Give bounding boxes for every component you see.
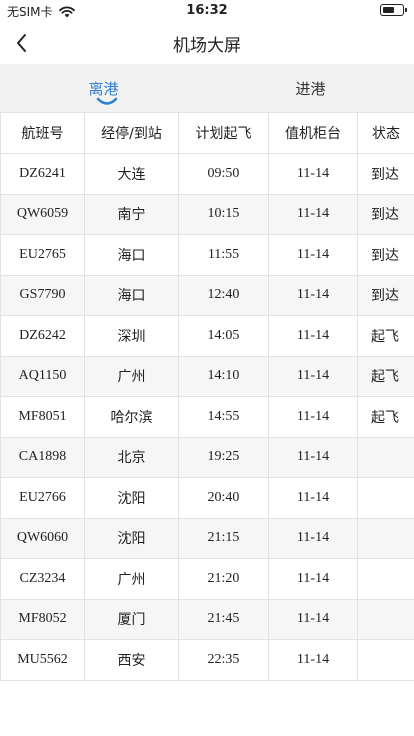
flight-no-cell: GS7790 (0, 274, 85, 316)
scheduled-time-cell: 21:15 (178, 517, 269, 559)
status-cell: 到达 (357, 234, 414, 276)
tab-arrival-label: 进港 (295, 80, 326, 98)
table-row[interactable]: QW6059 南宁 10:15 11-14 到达 (0, 193, 414, 235)
status-cell: 起飞 (357, 396, 414, 438)
flight-no-cell: DZ6242 (0, 315, 85, 357)
scheduled-time-cell: 14:05 (178, 315, 269, 357)
status-cell (357, 436, 414, 478)
header-scheduled-time: 计划起飞 (178, 112, 269, 154)
flight-no-cell: EU2766 (0, 477, 85, 519)
tab-bar: 离港 进港 (0, 64, 414, 112)
tab-departure-label: 离港 (88, 80, 119, 98)
status-cell (357, 598, 414, 640)
scheduled-time-cell: 14:10 (178, 355, 269, 397)
flight-no-cell: MU5562 (0, 639, 85, 681)
destination-cell: 海口 (84, 274, 179, 316)
status-bar: 无SIM卡 16:32 (0, 0, 414, 22)
scheduled-time-cell: 20:40 (178, 477, 269, 519)
flight-no-cell: AQ1150 (0, 355, 85, 397)
tab-active-indicator (96, 97, 118, 105)
nav-bar: 机场大屏 (0, 22, 414, 64)
status-cell: 到达 (357, 274, 414, 316)
page-title: 机场大屏 (173, 36, 241, 56)
flight-no-cell: CZ3234 (0, 558, 85, 600)
status-cell: 到达 (357, 153, 414, 195)
scheduled-time-cell: 12:40 (178, 274, 269, 316)
status-cell: 起飞 (357, 355, 414, 397)
header-checkin-counter: 值机柜台 (268, 112, 358, 154)
checkin-counter-cell: 11-14 (268, 436, 358, 478)
table-row[interactable]: EU2765 海口 11:55 11-14 到达 (0, 234, 414, 276)
header-flight-no: 航班号 (0, 112, 85, 154)
checkin-counter-cell: 11-14 (268, 558, 358, 600)
table-row[interactable]: CA1898 北京 19:25 11-14 (0, 436, 414, 478)
scheduled-time-cell: 14:55 (178, 396, 269, 438)
table-row[interactable]: MF8052 厦门 21:45 11-14 (0, 598, 414, 640)
checkin-counter-cell: 11-14 (268, 598, 358, 640)
table-row[interactable]: MF8051 哈尔滨 14:55 11-14 起飞 (0, 396, 414, 438)
status-cell: 起飞 (357, 315, 414, 357)
scheduled-time-cell: 10:15 (178, 193, 269, 235)
flight-no-cell: DZ6241 (0, 153, 85, 195)
scheduled-time-cell: 22:35 (178, 639, 269, 681)
checkin-counter-cell: 11-14 (268, 234, 358, 276)
destination-cell: 广州 (84, 355, 179, 397)
checkin-counter-cell: 11-14 (268, 396, 358, 438)
battery-level (382, 6, 395, 13)
table-header-row: 航班号 经停/到站 计划起飞 值机柜台 状态 (0, 112, 414, 154)
flight-no-cell: QW6059 (0, 193, 85, 235)
scheduled-time-cell: 21:20 (178, 558, 269, 600)
flight-no-cell: MF8051 (0, 396, 85, 438)
destination-cell: 深圳 (84, 315, 179, 357)
flight-table: 航班号 经停/到站 计划起飞 值机柜台 状态 DZ6241 大连 09:50 11-1… (0, 112, 414, 681)
checkin-counter-cell: 11-14 (268, 274, 358, 316)
destination-cell: 北京 (84, 436, 179, 478)
table-row[interactable]: MU5562 西安 22:35 11-14 (0, 639, 414, 681)
scheduled-time-cell: 19:25 (178, 436, 269, 478)
scheduled-time-cell: 11:55 (178, 234, 269, 276)
table-row[interactable]: CZ3234 广州 21:20 11-14 (0, 558, 414, 600)
flight-no-cell: EU2765 (0, 234, 85, 276)
table-row[interactable]: DZ6242 深圳 14:05 11-14 起飞 (0, 315, 414, 357)
flight-rows: DZ6241 大连 09:50 11-14 到达 QW6059 南宁 10:15 11-14 到达… (0, 153, 414, 681)
destination-cell: 沈阳 (84, 517, 179, 559)
flight-no-cell: QW6060 (0, 517, 85, 559)
status-cell (357, 558, 414, 600)
checkin-counter-cell: 11-14 (268, 355, 358, 397)
status-time: 16:32 (186, 3, 228, 18)
destination-cell: 大连 (84, 153, 179, 195)
table-row[interactable]: EU2766 沈阳 20:40 11-14 (0, 477, 414, 519)
header-status: 状态 (357, 112, 414, 154)
checkin-counter-cell: 11-14 (268, 153, 358, 195)
status-cell (357, 477, 414, 519)
checkin-counter-cell: 11-14 (268, 517, 358, 559)
destination-cell: 广州 (84, 558, 179, 600)
checkin-counter-cell: 11-14 (268, 193, 358, 235)
table-row[interactable]: DZ6241 大连 09:50 11-14 到达 (0, 153, 414, 195)
checkin-counter-cell: 11-14 (268, 639, 358, 681)
destination-cell: 南宁 (84, 193, 179, 235)
scheduled-time-cell: 09:50 (178, 153, 269, 195)
flight-no-cell: MF8052 (0, 598, 85, 640)
checkin-counter-cell: 11-14 (268, 315, 358, 357)
header-destination: 经停/到站 (84, 112, 179, 154)
destination-cell: 厦门 (84, 598, 179, 640)
checkin-counter-cell: 11-14 (268, 477, 358, 519)
tab-arrival[interactable]: 进港 (207, 64, 414, 112)
destination-cell: 西安 (84, 639, 179, 681)
scheduled-time-cell: 21:45 (178, 598, 269, 640)
table-row[interactable]: AQ1150 广州 14:10 11-14 起飞 (0, 355, 414, 397)
destination-cell: 沈阳 (84, 477, 179, 519)
battery-icon (380, 4, 407, 16)
destination-cell: 哈尔滨 (84, 396, 179, 438)
status-cell (357, 639, 414, 681)
table-row[interactable]: GS7790 海口 12:40 11-14 到达 (0, 274, 414, 316)
status-cell (357, 517, 414, 559)
status-cell: 到达 (357, 193, 414, 235)
table-row[interactable]: QW6060 沈阳 21:15 11-14 (0, 517, 414, 559)
flight-no-cell: CA1898 (0, 436, 85, 478)
destination-cell: 海口 (84, 234, 179, 276)
